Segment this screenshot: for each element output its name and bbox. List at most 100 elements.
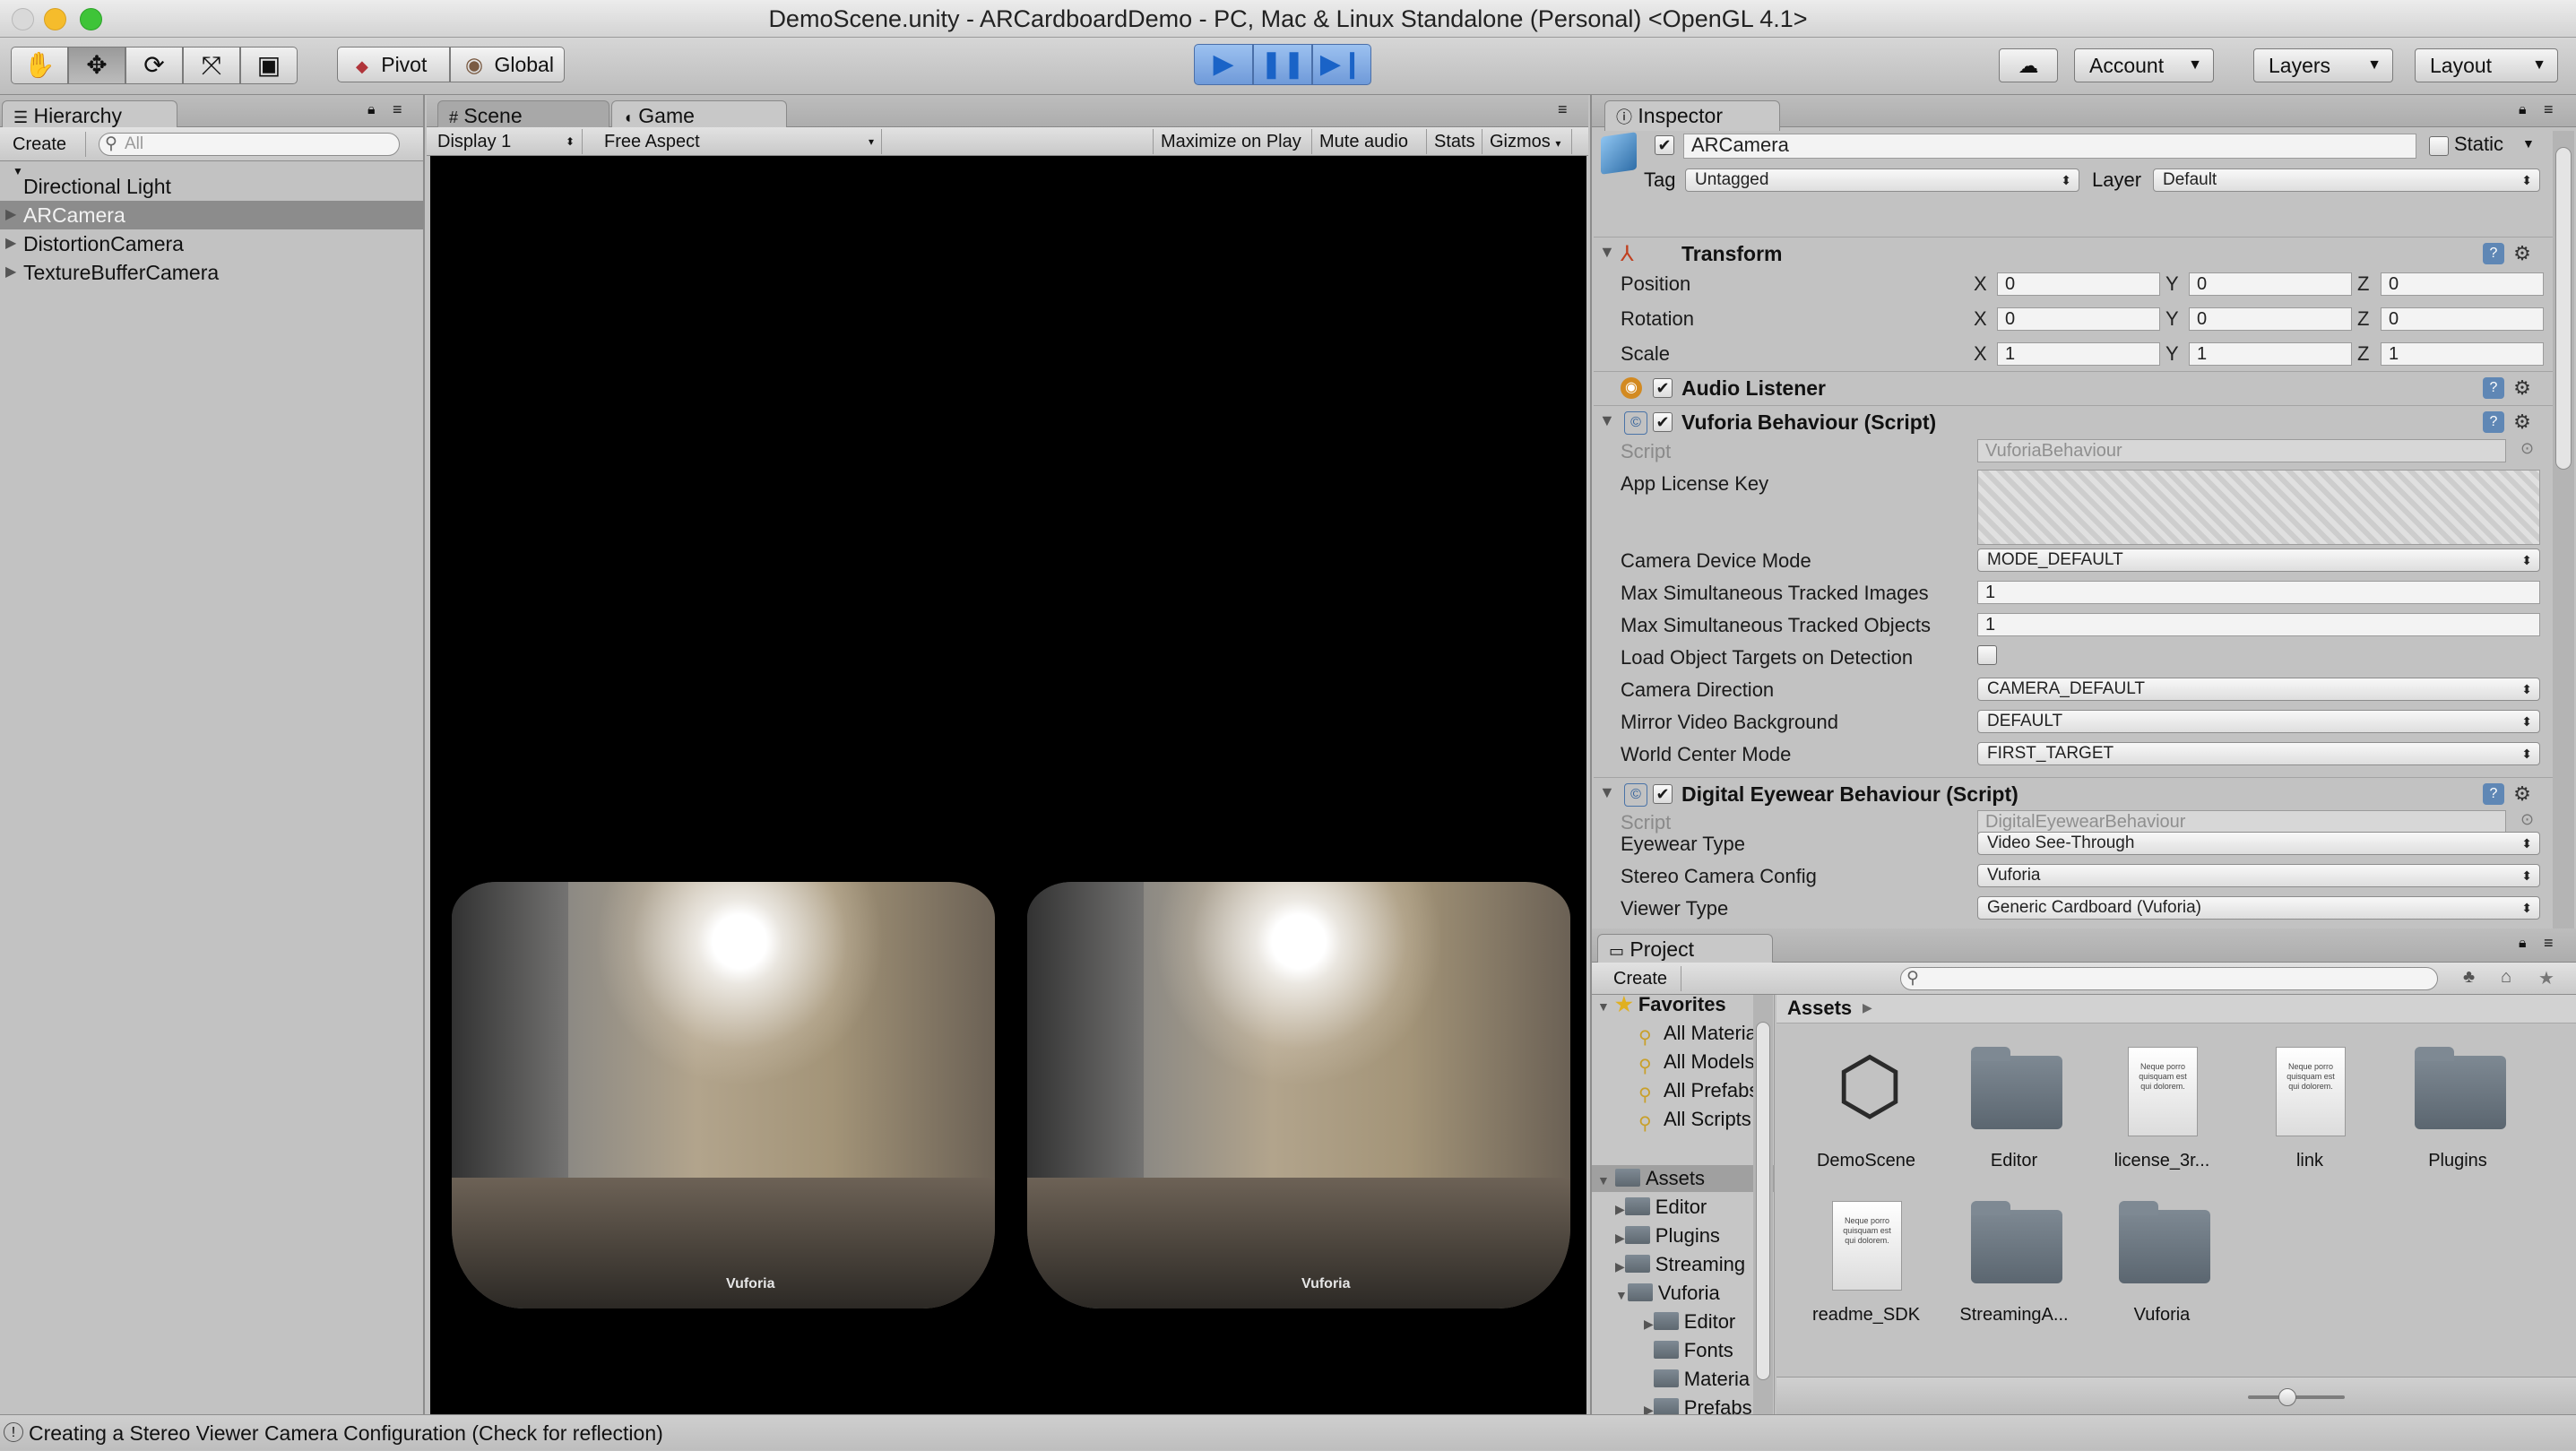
tree-folder[interactable]: ▶ Editor: [1644, 1308, 1735, 1335]
rotation-y-input[interactable]: 0: [2189, 307, 2352, 331]
lock-icon[interactable]: 🔒︎: [367, 102, 376, 118]
scrollbar-thumb[interactable]: [2555, 147, 2572, 470]
hand-tool-button[interactable]: ✋: [11, 47, 68, 84]
info-icon[interactable]: !: [4, 1422, 23, 1442]
vuforia-behaviour-header[interactable]: ▼ © ✔ Vuforia Behaviour (Script) ? ⚙: [1594, 405, 2553, 438]
mirror-video-background-dropdown[interactable]: DEFAULT ⬍: [1977, 710, 2540, 733]
tree-folder[interactable]: ▶ Prefabs: [1644, 1395, 1752, 1414]
asset-item[interactable]: Neque porro quisquam est qui dolorem. lic…: [2090, 1036, 2234, 1188]
audio-listener-checkbox[interactable]: ✔: [1653, 378, 1673, 398]
hierarchy-search-input[interactable]: ⚲ All: [99, 133, 400, 156]
tree-folder[interactable]: ▶ Plugins: [1615, 1222, 1720, 1249]
eyewear-behaviour-header[interactable]: ▼ © ✔ Digital Eyewear Behaviour (Script)…: [1594, 777, 2553, 810]
tree-folder[interactable]: ▼ Vuforia: [1615, 1280, 1720, 1307]
panel-menu-icon[interactable]: ≡: [2544, 100, 2554, 119]
favorites-folder[interactable]: ▼ ★ Favorites: [1597, 991, 1726, 1018]
tab-hierarchy[interactable]: ☰ Hierarchy: [2, 100, 177, 131]
camera-device-mode-dropdown[interactable]: MODE_DEFAULT ⬍: [1977, 548, 2540, 572]
collapse-arrow-icon[interactable]: ▼: [1599, 243, 1615, 262]
zoom-window-button[interactable]: [80, 8, 102, 30]
minimize-window-button[interactable]: [44, 8, 66, 30]
lock-icon[interactable]: 🔒︎: [2519, 936, 2527, 952]
position-z-input[interactable]: 0: [2381, 272, 2544, 296]
gear-icon[interactable]: ⚙: [2511, 243, 2533, 264]
active-checkbox[interactable]: ✔: [1655, 135, 1674, 155]
zoom-slider-track[interactable]: [2248, 1395, 2345, 1399]
layer-dropdown[interactable]: Default ⬍: [2153, 168, 2540, 192]
layers-dropdown[interactable]: Layers ▼: [2253, 48, 2393, 82]
expand-arrow-icon[interactable]: ▶: [5, 229, 16, 258]
gear-icon[interactable]: ⚙: [2511, 411, 2533, 433]
expand-arrow-icon[interactable]: ▶: [1615, 1202, 1625, 1216]
hierarchy-item[interactable]: ▶ DistortionCamera: [0, 229, 423, 258]
hierarchy-item[interactable]: ▶ TextureBufferCamera: [0, 258, 423, 287]
tree-folder[interactable]: ▶Fonts: [1644, 1337, 1733, 1364]
project-search-input[interactable]: ⚲: [1900, 967, 2438, 990]
tab-game[interactable]: ◖ Game: [611, 100, 787, 131]
hierarchy-create-button[interactable]: Create ▼: [5, 132, 86, 177]
scale-y-input[interactable]: 1: [2189, 342, 2352, 366]
rect-tool-button[interactable]: ▣: [240, 47, 298, 84]
gizmos-dropdown[interactable]: Gizmos ▾: [1482, 129, 1572, 154]
expand-arrow-icon[interactable]: ▶: [1644, 1403, 1654, 1414]
close-window-button[interactable]: [12, 8, 34, 30]
tag-dropdown[interactable]: Untagged ⬍: [1685, 168, 2079, 192]
game-viewport[interactable]: Vuforia Vuforia: [430, 156, 1586, 1414]
tab-scene[interactable]: # Scene: [437, 100, 609, 131]
expand-arrow-icon[interactable]: ▶: [5, 201, 16, 229]
inspector-scrollbar[interactable]: [2553, 131, 2574, 928]
vuforia-checkbox[interactable]: ✔: [1653, 412, 1673, 432]
scale-x-input[interactable]: 1: [1997, 342, 2160, 366]
position-y-input[interactable]: 0: [2189, 272, 2352, 296]
stereo-camera-config-dropdown[interactable]: Vuforia ⬍: [1977, 864, 2540, 887]
filter-by-label-icon[interactable]: ⌂: [2501, 967, 2511, 988]
help-book-icon[interactable]: ?: [2483, 783, 2504, 805]
eyewear-checkbox[interactable]: ✔: [1653, 784, 1673, 804]
step-button[interactable]: ▶❙: [1312, 44, 1371, 85]
gear-icon[interactable]: ⚙: [2511, 783, 2533, 805]
panel-menu-icon[interactable]: ≡: [2544, 934, 2554, 953]
static-checkbox[interactable]: [2429, 136, 2449, 156]
camera-direction-dropdown[interactable]: CAMERA_DEFAULT ⬍: [1977, 678, 2540, 701]
favorite-search[interactable]: ⚲ All Prefabs: [1638, 1077, 1759, 1105]
expand-arrow-icon[interactable]: ▶: [1615, 1231, 1625, 1245]
eyewear-script-field[interactable]: DigitalEyewearBehaviour: [1977, 810, 2506, 833]
filter-by-type-icon[interactable]: ♣: [2463, 967, 2475, 988]
rotation-z-input[interactable]: 0: [2381, 307, 2544, 331]
object-picker-icon[interactable]: ⊙: [2520, 439, 2534, 458]
panel-menu-icon[interactable]: ≡: [393, 100, 402, 119]
collapse-arrow-icon[interactable]: ▼: [1599, 783, 1615, 802]
chevron-down-icon[interactable]: ▼: [2522, 136, 2535, 151]
hierarchy-item[interactable]: Directional Light: [0, 172, 423, 201]
rotate-tool-button[interactable]: ⟳: [125, 47, 183, 84]
panel-menu-icon[interactable]: ≡: [1558, 100, 1568, 119]
stats-toggle[interactable]: Stats: [1427, 129, 1482, 154]
favorite-search[interactable]: ⚲ All Scripts: [1638, 1106, 1751, 1134]
scale-tool-button[interactable]: ⤧: [183, 47, 240, 84]
zoom-slider-thumb[interactable]: [2278, 1388, 2296, 1406]
maximize-on-play-toggle[interactable]: Maximize on Play: [1153, 129, 1312, 154]
status-message[interactable]: Creating a Stereo Viewer Camera Configur…: [29, 1421, 663, 1445]
asset-item[interactable]: ⬡ DemoScene: [1794, 1036, 1938, 1188]
object-picker-icon[interactable]: ⊙: [2520, 810, 2534, 829]
project-create-button[interactable]: Create ▼: [1606, 966, 1681, 1012]
global-toggle[interactable]: ◉ Global: [450, 47, 565, 82]
viewer-type-dropdown[interactable]: Generic Cardboard (Vuforia) ⬍: [1977, 896, 2540, 920]
asset-item[interactable]: Neque porro quisquam est qui dolorem. rea…: [1794, 1190, 1938, 1343]
scrollbar-thumb[interactable]: [1756, 1022, 1770, 1380]
world-center-mode-dropdown[interactable]: FIRST_TARGET ⬍: [1977, 742, 2540, 765]
breadcrumb-assets[interactable]: Assets: [1787, 997, 1852, 1020]
gear-icon[interactable]: ⚙: [2511, 377, 2533, 399]
position-x-input[interactable]: 0: [1997, 272, 2160, 296]
expand-arrow-icon[interactable]: ▶: [5, 258, 16, 287]
object-name-input[interactable]: ARCamera: [1683, 134, 2416, 159]
cloud-button[interactable]: ☁: [1999, 48, 2058, 82]
transform-component-header[interactable]: ▼ ⅄ Transform ? ⚙: [1594, 237, 2553, 270]
pivot-toggle[interactable]: ◆ Pivot: [337, 47, 450, 82]
layout-dropdown[interactable]: Layout ▼: [2415, 48, 2558, 82]
rotation-x-input[interactable]: 0: [1997, 307, 2160, 331]
expand-arrow-icon[interactable]: ▶: [1644, 1317, 1654, 1331]
eyewear-type-dropdown[interactable]: Video See-Through ⬍: [1977, 832, 2540, 855]
tree-folder[interactable]: ▶ Editor: [1615, 1194, 1707, 1221]
lock-icon[interactable]: 🔒︎: [2519, 102, 2527, 118]
